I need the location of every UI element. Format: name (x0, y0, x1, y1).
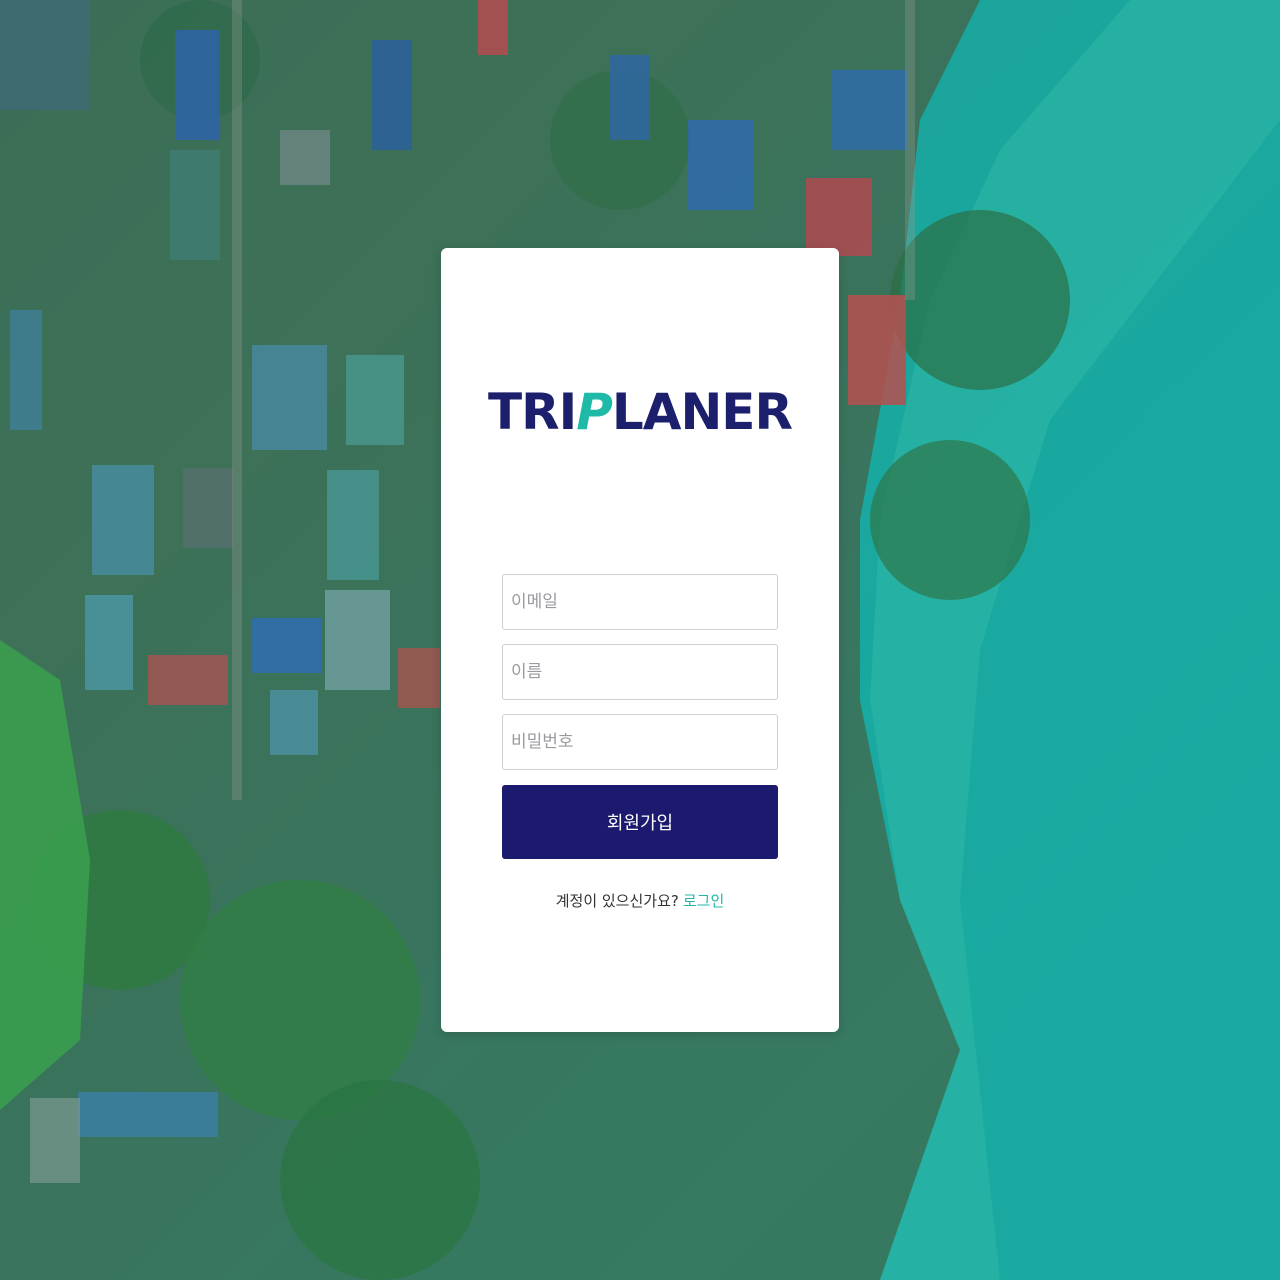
name-field[interactable] (502, 644, 778, 700)
signup-card (441, 248, 839, 1032)
triplaner-logo: TRIPLANER (0, 382, 1280, 442)
login-prompt-text: 계정이 있으신가요? (555, 892, 679, 910)
email-field[interactable] (502, 574, 778, 630)
login-link[interactable]: 로그인 (683, 892, 724, 910)
login-prompt: 계정이 있으신가요? 로그인 (441, 890, 839, 911)
logo-accent-letter: P (576, 383, 613, 441)
logo-prefix: TRI (488, 383, 577, 441)
password-field[interactable] (502, 714, 778, 770)
signup-button[interactable]: 회원가입 (502, 785, 778, 859)
logo-suffix: LANER (611, 383, 793, 441)
